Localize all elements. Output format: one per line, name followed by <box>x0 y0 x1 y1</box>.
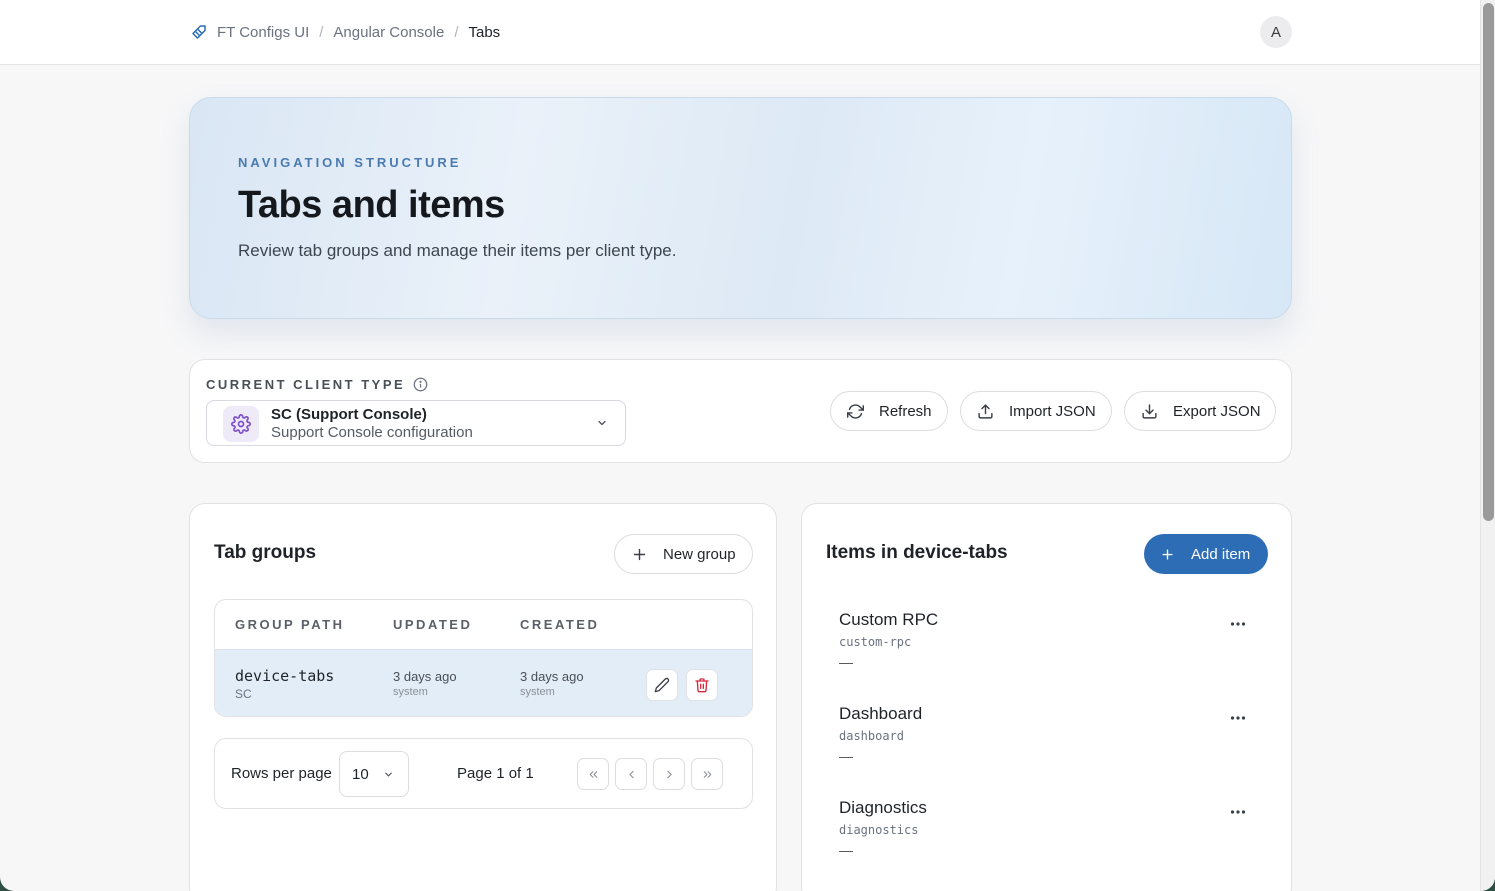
refresh-button-label: Refresh <box>879 402 932 420</box>
group-path: device-tabs <box>235 667 335 685</box>
item-name: Dashboard <box>839 704 923 723</box>
import-json-button-label: Import JSON <box>1009 402 1096 420</box>
column-header-group-path[interactable]: GROUP PATH <box>235 617 345 632</box>
pagination-bar: Rows per page 10 Page 1 of 1 <box>214 738 753 809</box>
updated-by: system <box>393 686 428 698</box>
updated-time: 3 days ago <box>393 669 457 684</box>
more-horizontal-icon <box>1230 810 1246 814</box>
item-more-button[interactable] <box>1227 801 1249 823</box>
hero-eyebrow: NAVIGATION STRUCTURE <box>238 155 462 170</box>
app-window: FT Configs UI / Angular Console / Tabs A… <box>0 0 1495 891</box>
rows-per-page-label: Rows per page <box>231 765 332 782</box>
client-type-select[interactable]: SC (Support Console) Support Console con… <box>206 400 626 446</box>
item-name: Custom RPC <box>839 610 939 629</box>
client-type-name: SC (Support Console) <box>271 406 427 423</box>
add-item-button[interactable]: Add item <box>1144 534 1268 574</box>
table-row[interactable]: device-tabs SC 3 days ago system 3 days … <box>215 649 752 716</box>
breadcrumb-separator: / <box>454 23 459 41</box>
item-detail: — <box>839 842 853 858</box>
page-indicator: Page 1 of 1 <box>457 765 534 782</box>
client-type-label-row: CURRENT CLIENT TYPE <box>206 377 428 392</box>
pencil-icon <box>654 677 670 693</box>
next-page-button[interactable] <box>653 758 685 790</box>
breadcrumb-item-root[interactable]: FT Configs UI <box>217 24 309 41</box>
new-group-button-label: New group <box>663 545 736 563</box>
download-icon <box>1142 403 1157 419</box>
scrollbar[interactable] <box>1480 0 1495 891</box>
plus-icon <box>633 548 646 560</box>
client-type-description: Support Console configuration <box>271 424 473 441</box>
chevron-down-icon <box>385 772 392 777</box>
client-type-icon-box <box>223 406 259 442</box>
rows-per-page-select[interactable]: 10 <box>339 751 409 797</box>
previous-page-button[interactable] <box>615 758 647 790</box>
add-item-button-label: Add item <box>1191 545 1251 563</box>
group-client: SC <box>235 687 252 701</box>
refresh-icon <box>847 403 864 419</box>
item-detail: — <box>839 748 853 764</box>
items-panel-title: Items in device-tabs <box>826 542 1008 563</box>
chevrons-left-icon <box>589 770 597 778</box>
hero-banner: NAVIGATION STRUCTURE Tabs and items Revi… <box>189 97 1292 319</box>
chevron-left-icon <box>628 770 634 778</box>
more-horizontal-icon <box>1230 622 1246 626</box>
chevron-right-icon <box>666 770 672 778</box>
import-json-button[interactable]: Import JSON <box>960 391 1112 431</box>
breadcrumb-item-current: Tabs <box>468 23 501 41</box>
breadcrumb-item-console[interactable]: Angular Console <box>333 24 444 41</box>
chevron-down-icon <box>598 420 606 426</box>
rows-per-page-value: 10 <box>352 766 369 783</box>
edit-group-button[interactable] <box>646 669 678 701</box>
list-item[interactable]: Dashboard dashboard — <box>839 704 1259 784</box>
created-by: system <box>520 686 555 698</box>
gear-icon <box>231 414 251 434</box>
page-description: Review tab groups and manage their items… <box>238 241 677 260</box>
trash-icon <box>695 678 709 693</box>
tag-logo-icon <box>192 25 206 39</box>
item-more-button[interactable] <box>1227 707 1249 729</box>
item-more-button[interactable] <box>1227 613 1249 635</box>
tab-groups-panel: Tab groups New group GROUP PATH UPDATED … <box>189 503 777 891</box>
client-type-label: CURRENT CLIENT TYPE <box>206 377 406 392</box>
first-page-button[interactable] <box>577 758 609 790</box>
export-json-button-label: Export JSON <box>1173 402 1261 420</box>
item-detail: — <box>839 654 853 670</box>
item-slug: custom-rpc <box>839 635 912 649</box>
refresh-button[interactable]: Refresh <box>830 391 948 431</box>
item-name: Diagnostics <box>839 798 927 817</box>
avatar[interactable]: A <box>1260 16 1292 48</box>
created-time: 3 days ago <box>520 669 584 684</box>
last-page-button[interactable] <box>691 758 723 790</box>
chevrons-right-icon <box>703 770 711 778</box>
tab-groups-title: Tab groups <box>214 542 317 563</box>
list-item[interactable]: Diagnostics diagnostics — <box>839 798 1259 878</box>
info-icon[interactable] <box>413 377 428 392</box>
new-group-button[interactable]: New group <box>614 534 753 574</box>
more-horizontal-icon <box>1230 716 1246 720</box>
client-type-card: CURRENT CLIENT TYPE SC (Support Console)… <box>189 359 1292 463</box>
breadcrumb-separator: / <box>319 23 324 41</box>
plus-icon <box>1162 548 1173 560</box>
upload-icon <box>978 403 993 419</box>
tab-groups-table: GROUP PATH UPDATED CREATED device-tabs S… <box>214 599 753 717</box>
delete-group-button[interactable] <box>686 669 718 701</box>
page-title: Tabs and items <box>238 184 505 226</box>
column-header-updated[interactable]: UPDATED <box>393 617 472 632</box>
scrollbar-thumb[interactable] <box>1483 3 1494 521</box>
item-slug: dashboard <box>839 729 905 743</box>
item-slug: diagnostics <box>839 823 919 837</box>
column-header-created[interactable]: CREATED <box>520 617 599 632</box>
export-json-button[interactable]: Export JSON <box>1124 391 1276 431</box>
top-bar: FT Configs UI / Angular Console / Tabs A <box>0 0 1480 65</box>
items-panel: Items in device-tabs Add item Custom RPC… <box>801 503 1292 891</box>
breadcrumb: FT Configs UI / Angular Console / Tabs <box>190 20 500 44</box>
list-item[interactable]: Custom RPC custom-rpc — <box>839 610 1259 690</box>
